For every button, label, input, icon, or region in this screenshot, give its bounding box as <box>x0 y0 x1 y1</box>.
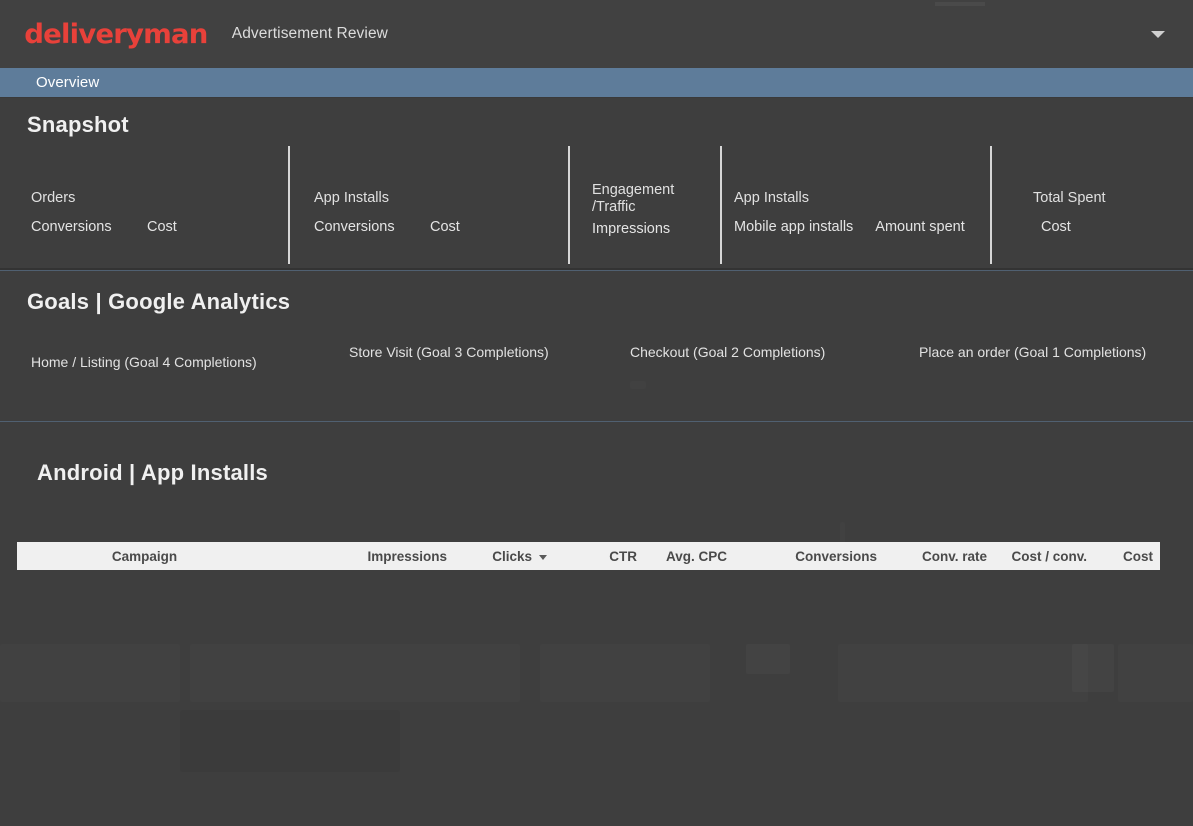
goals-section: Goals | Google Analytics Home / Listing … <box>0 271 1193 421</box>
chevron-down-icon[interactable] <box>1151 30 1165 38</box>
table-placeholder-block <box>190 644 520 702</box>
table-placeholder-block <box>1072 644 1114 692</box>
column-header-avg-cpc[interactable]: Avg. CPC <box>637 549 727 564</box>
snapshot-metrics: Conversions Cost <box>314 219 460 235</box>
app-root: deliveryman Advertisement Review Overvie… <box>0 0 1193 826</box>
header-placeholder-chip <box>935 2 985 6</box>
top-header: deliveryman Advertisement Review <box>0 0 1193 68</box>
snapshot-group-total-spent: Total Spent Cost <box>1033 190 1106 235</box>
goals-placeholder-block <box>630 381 646 389</box>
column-header-conversions[interactable]: Conversions <box>727 549 877 564</box>
android-title: Android | App Installs <box>37 460 268 485</box>
snapshot-metrics: Impressions <box>592 221 674 237</box>
snapshot-metric: Impressions <box>592 221 671 237</box>
table-header-row: Campaign Impressions Clicks CTR Avg. CPC… <box>17 542 1160 570</box>
table-placeholder-block <box>1118 644 1193 702</box>
tab-overview[interactable]: Overview <box>36 74 99 91</box>
column-header-cost[interactable]: Cost <box>1087 549 1160 564</box>
snapshot-divider-3 <box>720 146 722 264</box>
table-placeholder-block <box>540 644 710 702</box>
snapshot-group-label: Orders <box>31 190 76 206</box>
snapshot-divider-1 <box>288 146 290 264</box>
snapshot-group-label: App Installs <box>314 190 389 206</box>
snapshot-metric: Amount spent <box>875 219 965 235</box>
table-placeholder-block <box>840 522 845 562</box>
campaign-table: Campaign Impressions Clicks CTR Avg. CPC… <box>17 542 1160 570</box>
snapshot-metric: Conversions <box>314 219 395 235</box>
goal-item-checkout[interactable]: Checkout (Goal 2 Completions) <box>630 344 825 360</box>
snapshot-metric: Cost <box>147 219 177 235</box>
snapshot-group-orders: Orders Conversions Cost <box>31 190 177 235</box>
goals-title: Goals | Google Analytics <box>27 289 291 314</box>
snapshot-divider-4 <box>990 146 992 264</box>
goal-item-store-visit[interactable]: Store Visit (Goal 3 Completions) <box>349 344 549 360</box>
snapshot-metrics: Conversions Cost <box>31 219 177 235</box>
goal-item-home-listing[interactable]: Home / Listing (Goal 4 Completions) <box>31 354 257 370</box>
table-placeholder-block <box>0 644 180 702</box>
column-header-campaign[interactable]: Campaign <box>17 549 272 564</box>
snapshot-group-label: Total Spent <box>1033 190 1106 206</box>
snapshot-metric: Conversions <box>31 219 112 235</box>
column-header-impressions[interactable]: Impressions <box>272 549 447 564</box>
snapshot-metric: Cost <box>430 219 460 235</box>
tab-bar: Overview <box>0 68 1193 98</box>
snapshot-group-engagement-traffic: Engagement /Traffic Impressions <box>592 182 674 237</box>
snapshot-metric: Mobile app installs <box>734 219 854 235</box>
table-placeholder-block <box>746 644 790 674</box>
page-title: Advertisement Review <box>231 25 388 42</box>
column-header-clicks[interactable]: Clicks <box>447 549 547 564</box>
snapshot-section: Snapshot Orders Conversions Cost App Ins… <box>0 98 1193 268</box>
table-placeholder-block <box>180 710 400 772</box>
snapshot-title: Snapshot <box>27 112 129 137</box>
caret-down-icon[interactable] <box>539 554 547 560</box>
column-header-conv-rate[interactable]: Conv. rate <box>877 549 987 564</box>
snapshot-metrics: Cost <box>1041 219 1106 235</box>
column-header-ctr[interactable]: CTR <box>547 549 637 564</box>
account-menu[interactable] <box>1151 0 1165 68</box>
goal-item-place-order[interactable]: Place an order (Goal 1 Completions) <box>919 344 1146 360</box>
snapshot-group-app-installs-1: App Installs Conversions Cost <box>314 190 460 235</box>
column-header-cost-per-conv[interactable]: Cost / conv. <box>987 549 1087 564</box>
snapshot-group-app-installs-2: App Installs Mobile app installs Amount … <box>734 190 965 235</box>
snapshot-divider-2 <box>568 146 570 264</box>
snapshot-group-label: App Installs <box>734 190 809 206</box>
snapshot-metrics: Mobile app installs Amount spent <box>734 219 965 235</box>
brand-logo[interactable]: deliveryman <box>24 21 208 48</box>
table-placeholder-block <box>838 644 1088 702</box>
android-app-installs-section: Android | App Installs Campaign Impressi… <box>0 422 1193 820</box>
snapshot-group-label: Engagement /Traffic <box>592 182 675 215</box>
snapshot-metric: Cost <box>1041 219 1071 235</box>
goals-row: Home / Listing (Goal 4 Completions) Stor… <box>0 335 1193 375</box>
column-header-clicks-label: Clicks <box>492 548 532 564</box>
snapshot-columns: Orders Conversions Cost App Installs Con… <box>0 146 1193 268</box>
